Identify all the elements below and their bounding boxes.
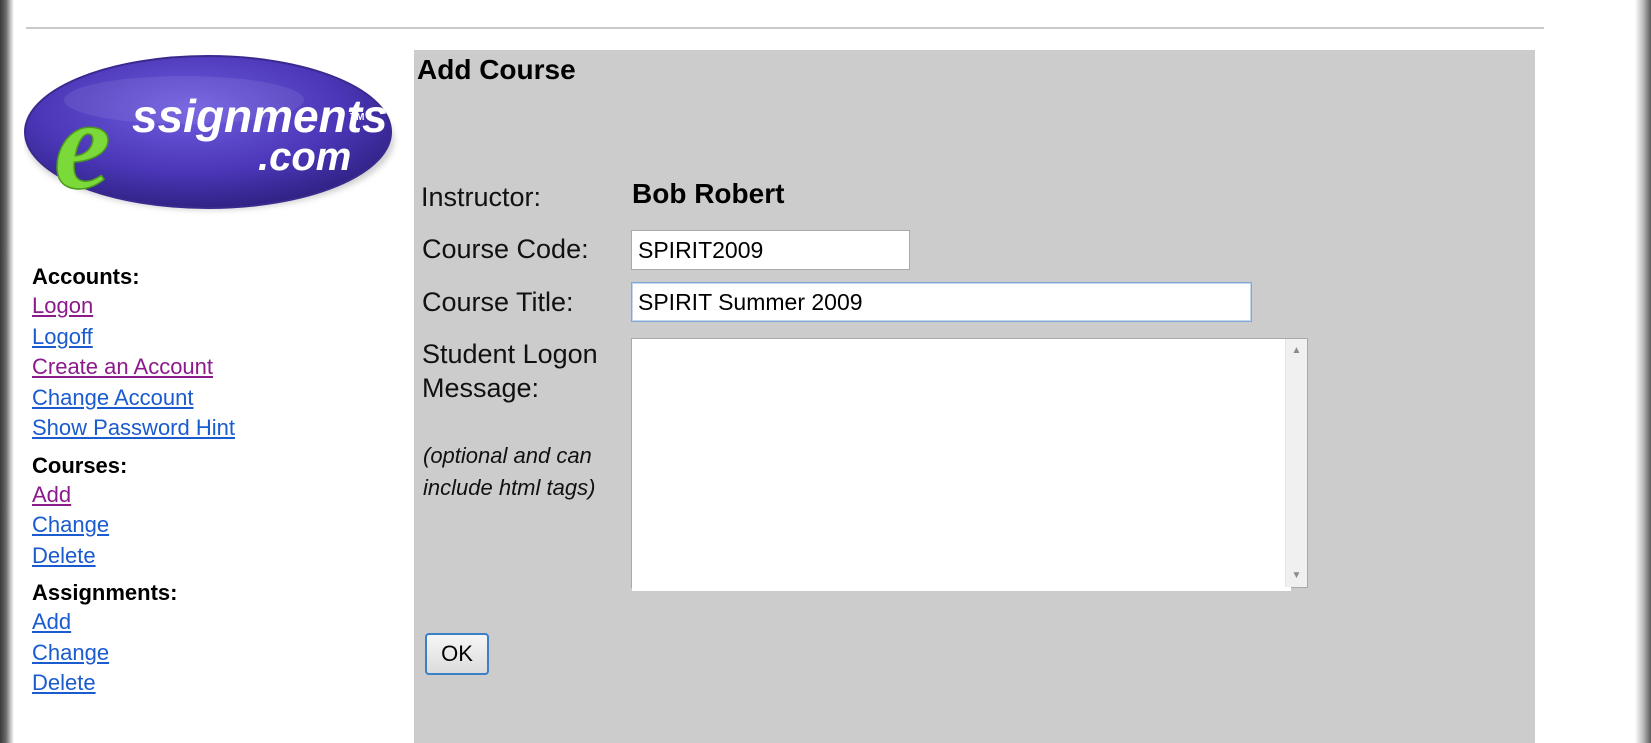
nav-link-assignment-delete[interactable]: Delete [32, 668, 96, 699]
scroll-up-arrow-icon[interactable]: ▲ [1286, 345, 1307, 356]
page-title: Add Course [417, 54, 576, 85]
instructor-label: Instructor: [421, 182, 542, 212]
nav-link-change-account[interactable]: Change Account [32, 383, 193, 414]
student-logon-message-textarea[interactable] [632, 339, 1291, 591]
nav-heading-assignments: Assignments: [32, 580, 178, 605]
nav-group-assignments: Assignments: Add Change Delete [32, 579, 402, 699]
nav-link-course-add[interactable]: Add [32, 480, 71, 511]
nav-group-accounts: Accounts: Logon Logoff Create an Account… [32, 263, 402, 444]
nav-link-create-account[interactable]: Create an Account [32, 352, 213, 383]
instructor-name: Bob Robert [632, 178, 785, 209]
essignments-logo: e ssignments TM .com [24, 50, 408, 217]
nav-link-assignment-change[interactable]: Change [32, 638, 109, 669]
sidebar-nav: Accounts: Logon Logoff Create an Account… [32, 263, 402, 707]
window-frame-right [1635, 0, 1651, 743]
nav-group-courses: Courses: Add Change Delete [32, 452, 402, 572]
nav-link-logoff[interactable]: Logoff [32, 322, 93, 353]
course-code-input[interactable] [631, 230, 910, 270]
logo-e-letter: e [54, 74, 111, 215]
hint-line1: (optional and can [423, 443, 592, 468]
course-title-label: Course Title: [422, 287, 574, 317]
course-code-label: Course Code: [422, 234, 589, 264]
html-tags-hint: (optional and can include html tags) [423, 440, 595, 504]
nav-link-course-change[interactable]: Change [32, 510, 109, 541]
hint-line2: include html tags) [423, 475, 596, 500]
top-divider [26, 27, 1544, 29]
textarea-scrollbar[interactable]: ▲ ▼ [1285, 339, 1307, 587]
nav-link-logon[interactable]: Logon [32, 291, 93, 322]
nav-link-assignment-add[interactable]: Add [32, 607, 71, 638]
scroll-down-arrow-icon[interactable]: ▼ [1286, 570, 1307, 581]
logo-graphic: e ssignments TM .com [24, 55, 394, 217]
add-course-panel: Add Course Instructor: Bob Robert Course… [414, 50, 1535, 743]
course-title-input[interactable] [631, 282, 1252, 322]
student-logon-label-line2: Message: [422, 373, 540, 403]
logo-trademark: TM [350, 112, 364, 123]
ok-button[interactable]: OK [425, 633, 489, 675]
page: e ssignments TM .com Accounts: Logon Log… [14, 0, 1635, 743]
nav-heading-accounts: Accounts: [32, 264, 140, 289]
student-logon-message-label: Student Logon Message: [422, 337, 598, 405]
nav-heading-courses: Courses: [32, 452, 128, 478]
student-logon-message-box: ▲ ▼ [631, 338, 1308, 591]
nav-link-show-password-hint[interactable]: Show Password Hint [32, 413, 235, 444]
student-logon-label-line1: Student Logon [422, 339, 598, 369]
nav-link-course-delete[interactable]: Delete [32, 541, 96, 572]
logo-domain-text: .com [258, 135, 351, 179]
